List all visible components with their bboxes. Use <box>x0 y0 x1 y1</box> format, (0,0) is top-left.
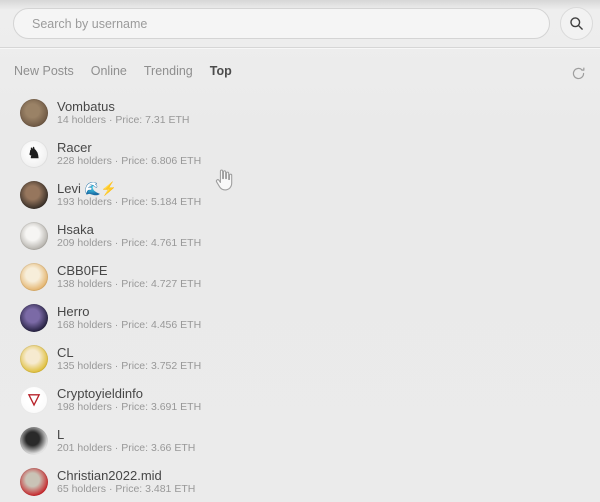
refresh-button[interactable] <box>568 63 588 83</box>
list-item[interactable]: L 201 holders · Price: 3.66 ETH <box>0 420 600 461</box>
user-meta: 228 holders · Price: 6.806 ETH <box>57 156 201 167</box>
search-button[interactable] <box>560 7 593 40</box>
tabs: New Posts Online Trending Top <box>14 64 232 78</box>
avatar-ink-horse-sketch: ♞ <box>20 140 48 168</box>
user-meta: 135 holders · Price: 3.752 ETH <box>57 361 201 372</box>
username: Levi 🌊⚡ <box>57 182 201 195</box>
avatar-yellow-hood-art <box>20 345 48 373</box>
header-divider <box>0 47 600 48</box>
user-list: Vombatus 14 holders · Price: 7.31 ETH ♞ … <box>0 92 600 502</box>
user-meta: 168 holders · Price: 4.456 ETH <box>57 320 201 331</box>
avatar-glyph: ▽ <box>28 392 40 407</box>
user-meta: 209 holders · Price: 4.761 ETH <box>57 238 201 249</box>
username: Christian2022.mid <box>57 469 195 482</box>
avatar-red-statue-art <box>20 468 48 496</box>
tab-top[interactable]: Top <box>210 64 232 78</box>
refresh-icon <box>571 66 586 81</box>
tab-online[interactable]: Online <box>91 64 127 78</box>
username: Hsaka <box>57 223 201 236</box>
avatar-white-wolf-art <box>20 222 48 250</box>
username: Herro <box>57 305 201 318</box>
avatar-portrait-photo <box>20 181 48 209</box>
list-item[interactable]: Vombatus 14 holders · Price: 7.31 ETH <box>0 92 600 133</box>
username: CBB0FE <box>57 264 201 277</box>
user-meta: 65 holders · Price: 3.481 ETH <box>57 484 195 495</box>
list-item[interactable]: CBB0FE 138 holders · Price: 4.727 ETH <box>0 256 600 297</box>
list-item[interactable]: ♞ Racer 228 holders · Price: 6.806 ETH <box>0 133 600 174</box>
username: CL <box>57 346 201 359</box>
avatar-glyph: ♞ <box>27 146 40 161</box>
user-search-page: New Posts Online Trending Top Vombatus 14 h… <box>0 0 600 502</box>
username: L <box>57 428 195 441</box>
username: Vombatus <box>57 100 189 113</box>
tab-new-posts[interactable]: New Posts <box>14 64 74 78</box>
list-item[interactable]: ▽ Cryptoyieldinfo 198 holders · Price: 3… <box>0 379 600 420</box>
list-item[interactable]: Christian2022.mid 65 holders · Price: 3.… <box>0 461 600 502</box>
list-item[interactable]: Herro 168 holders · Price: 4.456 ETH <box>0 297 600 338</box>
avatar-purple-anime-art <box>20 304 48 332</box>
list-item[interactable]: Hsaka 209 holders · Price: 4.761 ETH <box>0 215 600 256</box>
user-meta: 198 holders · Price: 3.691 ETH <box>57 402 201 413</box>
user-meta: 138 holders · Price: 4.727 ETH <box>57 279 201 290</box>
search-bar <box>13 8 550 39</box>
username: Cryptoyieldinfo <box>57 387 201 400</box>
list-item[interactable]: CL 135 holders · Price: 3.752 ETH <box>0 338 600 379</box>
avatar-ink-anime-face <box>20 427 48 455</box>
search-icon <box>569 16 584 31</box>
tab-trending[interactable]: Trending <box>144 64 193 78</box>
username: Racer <box>57 141 201 154</box>
user-meta: 193 holders · Price: 5.184 ETH <box>57 197 201 208</box>
user-meta: 201 holders · Price: 3.66 ETH <box>57 443 195 454</box>
user-meta: 14 holders · Price: 7.31 ETH <box>57 115 189 126</box>
avatar-red-yield-triangle: ▽ <box>20 386 48 414</box>
avatar-cream-cat-art <box>20 263 48 291</box>
avatar-wombat-photo <box>20 99 48 127</box>
search-input[interactable] <box>13 8 550 39</box>
list-item[interactable]: Levi 🌊⚡ 193 holders · Price: 5.184 ETH <box>0 174 600 215</box>
